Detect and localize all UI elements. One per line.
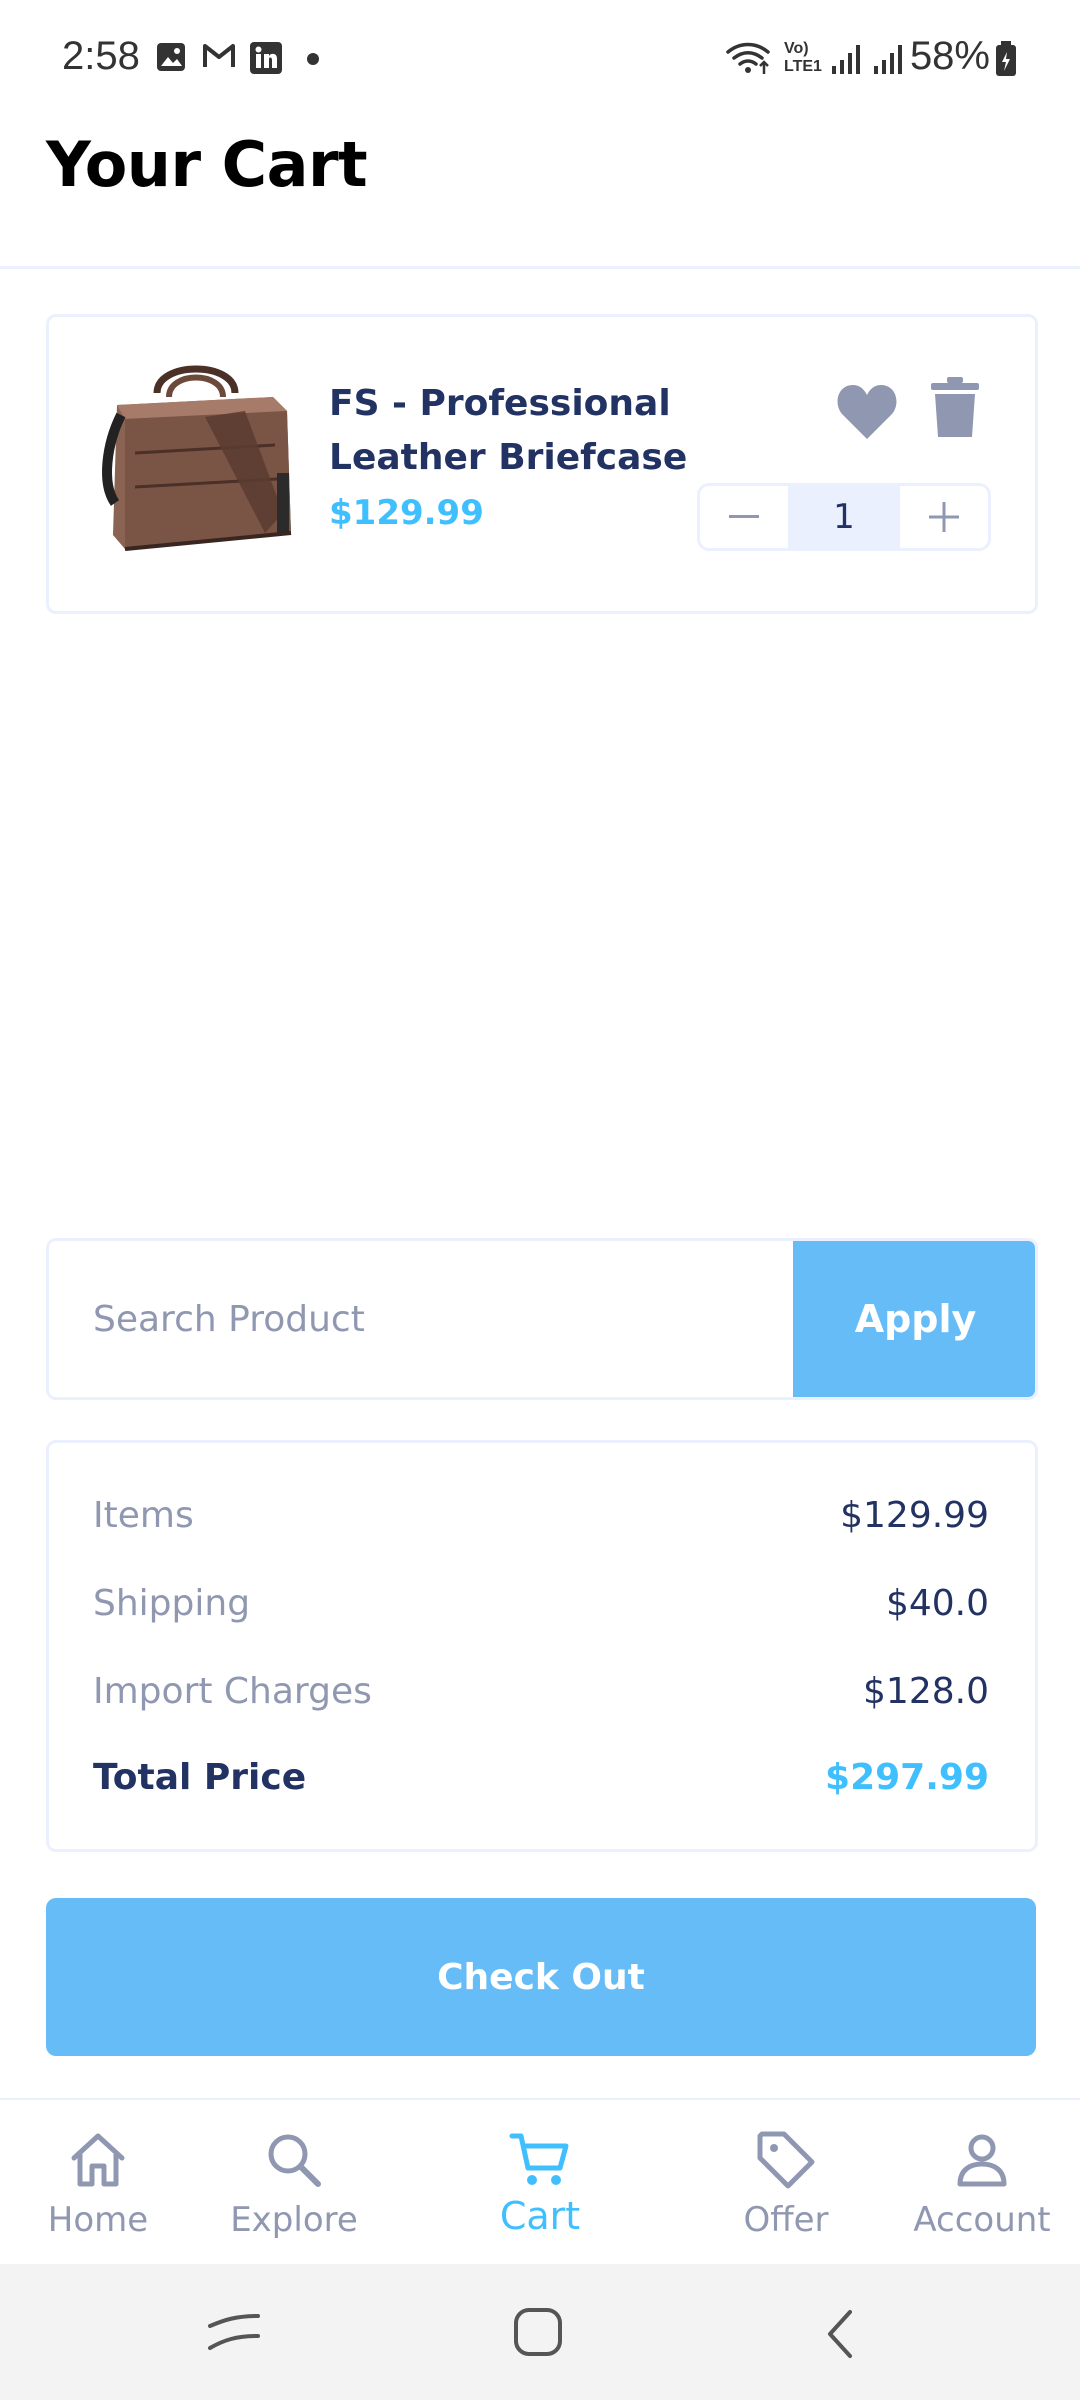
cart-icon bbox=[509, 2133, 569, 2185]
minus-icon bbox=[729, 515, 759, 518]
status-bar: 2:58 Vo) LTE1 58% bbox=[0, 0, 1080, 120]
trash-icon[interactable] bbox=[929, 377, 981, 439]
checkout-button[interactable]: Check Out bbox=[46, 1898, 1036, 2056]
gmail-notification-icon bbox=[203, 44, 235, 67]
total-price-value: $297.99 bbox=[825, 1757, 989, 1798]
shipping-label: Shipping bbox=[93, 1583, 251, 1624]
quantity-decrease-button[interactable] bbox=[700, 486, 788, 548]
import-charges-label: Import Charges bbox=[93, 1671, 372, 1712]
order-summary-card: Items $129.99 Shipping $40.0 Import Char… bbox=[46, 1440, 1038, 1852]
gallery-notification-icon bbox=[157, 43, 185, 71]
items-value: $129.99 bbox=[840, 1495, 989, 1536]
back-icon[interactable] bbox=[820, 2308, 860, 2360]
product-price: $129.99 bbox=[329, 493, 484, 533]
nav-label-offer: Offer bbox=[743, 2200, 829, 2240]
home-system-icon[interactable] bbox=[512, 2306, 564, 2358]
battery-percentage: 58% bbox=[909, 34, 990, 78]
nav-label-home: Home bbox=[47, 2200, 149, 2240]
items-label: Items bbox=[93, 1495, 194, 1536]
quantity-value: 1 bbox=[788, 486, 900, 548]
nav-label-explore: Explore bbox=[230, 2200, 358, 2240]
wifi-icon bbox=[726, 42, 770, 74]
nav-item-account[interactable]: Account bbox=[884, 2100, 1080, 2266]
system-navigation-bar bbox=[0, 2264, 1080, 2400]
product-name[interactable]: FS - Professional Leather Briefcase bbox=[329, 377, 709, 485]
nav-item-cart[interactable]: Cart bbox=[442, 2100, 638, 2266]
nav-item-explore[interactable]: Explore bbox=[196, 2100, 392, 2266]
page-title: Your Cart bbox=[46, 128, 368, 201]
nav-label-account: Account bbox=[913, 2200, 1051, 2240]
tag-icon bbox=[757, 2131, 815, 2189]
nav-item-offer[interactable]: Offer bbox=[688, 2100, 884, 2266]
bottom-navigation: Home Explore Cart Offer Account bbox=[0, 2098, 1080, 2266]
apply-button[interactable]: Apply bbox=[793, 1241, 1035, 1397]
coupon-input[interactable] bbox=[49, 1241, 789, 1397]
signal-strength-icon bbox=[832, 45, 860, 74]
cart-item-card[interactable]: FS - Professional Leather Briefcase $129… bbox=[46, 314, 1038, 614]
import-charges-value: $128.0 bbox=[863, 1671, 989, 1712]
home-icon bbox=[71, 2133, 125, 2187]
total-price-label: Total Price bbox=[93, 1757, 307, 1798]
status-time: 2:58 bbox=[62, 34, 140, 78]
more-notifications-dot-icon bbox=[307, 53, 319, 65]
linkedin-notification-icon bbox=[250, 42, 282, 74]
recent-apps-icon[interactable] bbox=[206, 2310, 262, 2354]
plus-icon bbox=[929, 502, 959, 532]
user-icon bbox=[957, 2134, 1007, 2187]
coupon-box: Apply bbox=[46, 1238, 1038, 1400]
quantity-stepper: 1 bbox=[697, 483, 991, 551]
signal-strength-2-icon bbox=[874, 45, 902, 74]
product-image[interactable] bbox=[95, 353, 305, 563]
nav-item-home[interactable]: Home bbox=[0, 2100, 196, 2266]
volte-icon: Vo) LTE1 bbox=[784, 40, 822, 75]
heart-icon[interactable] bbox=[835, 381, 899, 441]
search-icon bbox=[268, 2134, 321, 2187]
nav-label-cart: Cart bbox=[499, 2194, 581, 2238]
shipping-value: $40.0 bbox=[885, 1583, 989, 1624]
quantity-increase-button[interactable] bbox=[900, 486, 988, 548]
header-divider bbox=[0, 266, 1080, 269]
battery-icon bbox=[996, 41, 1016, 76]
